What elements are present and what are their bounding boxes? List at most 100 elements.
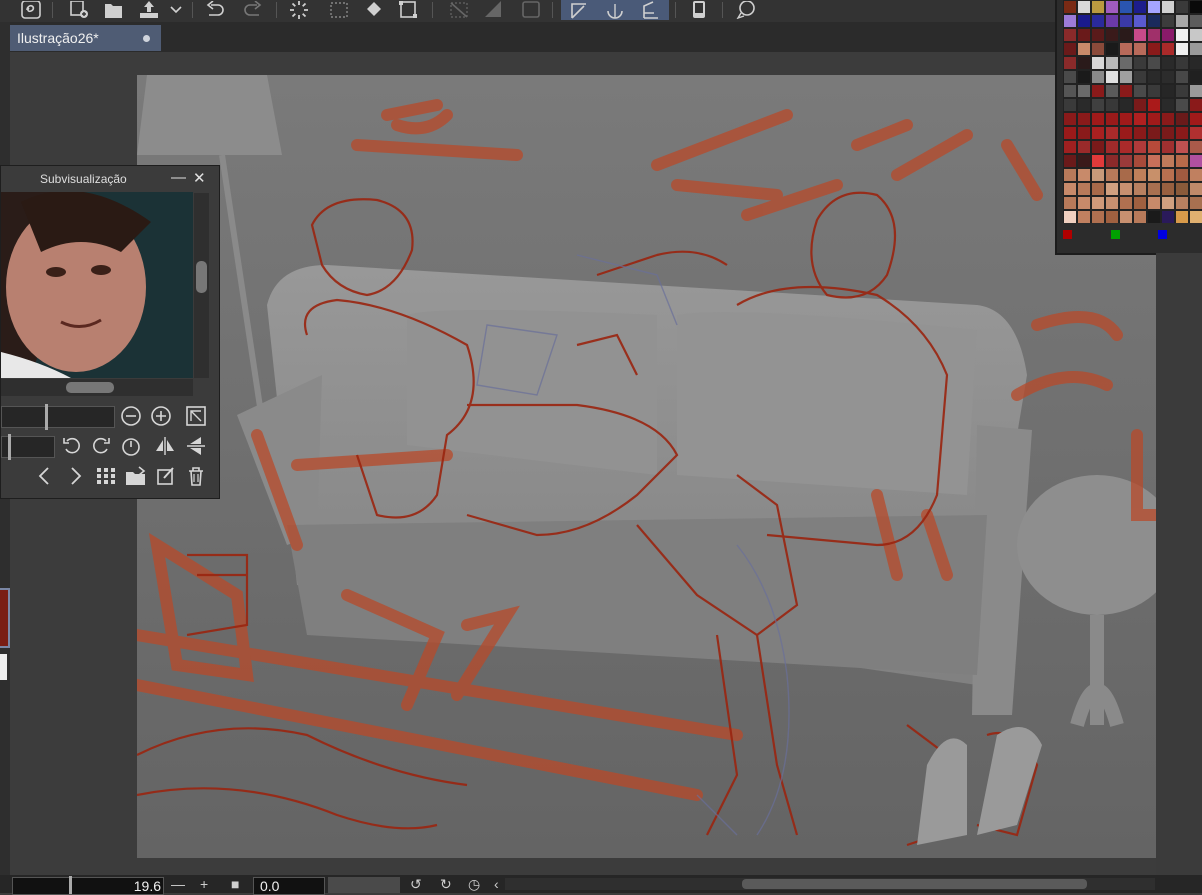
color-swatch[interactable]: [1161, 182, 1175, 196]
color-swatch[interactable]: [1175, 56, 1189, 70]
redo-icon[interactable]: [240, 0, 266, 20]
color-swatch[interactable]: [1133, 182, 1147, 196]
color-swatch[interactable]: [1105, 56, 1119, 70]
color-swatch[interactable]: [1091, 56, 1105, 70]
color-swatch[interactable]: [1105, 140, 1119, 154]
color-swatch[interactable]: [1077, 168, 1091, 182]
color-swatch[interactable]: [1189, 14, 1202, 28]
symmetry-icon[interactable]: [597, 0, 633, 20]
color-swatch[interactable]: [1161, 56, 1175, 70]
color-swatch[interactable]: [1175, 196, 1189, 210]
tab-modified-indicator[interactable]: [143, 35, 150, 42]
export-icon[interactable]: [136, 0, 162, 20]
color-swatch[interactable]: [1189, 70, 1202, 84]
color-swatch[interactable]: [1105, 28, 1119, 42]
rotation-field[interactable]: 0.0: [253, 877, 325, 895]
transform-icon[interactable]: [395, 0, 421, 20]
color-swatch[interactable]: [1133, 84, 1147, 98]
drawing-canvas[interactable]: [137, 75, 1156, 858]
color-swatch[interactable]: [1077, 196, 1091, 210]
tablet-icon[interactable]: [686, 0, 712, 20]
color-swatch[interactable]: [1133, 42, 1147, 56]
color-swatch[interactable]: [1133, 0, 1147, 14]
color-swatch[interactable]: [1063, 70, 1077, 84]
color-swatch[interactable]: [1119, 98, 1133, 112]
delete-image-icon[interactable]: [185, 465, 207, 487]
rotate-right-icon[interactable]: ↻: [440, 875, 452, 893]
color-swatch[interactable]: [1175, 154, 1189, 168]
frame-icon[interactable]: [518, 0, 544, 20]
rotate-right-icon[interactable]: [90, 435, 112, 457]
color-swatch[interactable]: [1189, 56, 1202, 70]
color-swatch[interactable]: [1133, 112, 1147, 126]
color-swatch[interactable]: [1091, 28, 1105, 42]
color-swatch[interactable]: [1063, 182, 1077, 196]
horizontal-canvas-scrollbar[interactable]: [505, 878, 1155, 890]
color-swatch[interactable]: [1077, 98, 1091, 112]
image-list-icon[interactable]: [95, 465, 117, 487]
color-swatch[interactable]: [1091, 168, 1105, 182]
color-swatch[interactable]: [1119, 182, 1133, 196]
color-swatch[interactable]: [1119, 70, 1133, 84]
zoom-field-handle[interactable]: [69, 876, 72, 894]
color-swatch[interactable]: [1063, 14, 1077, 28]
color-swatch[interactable]: [1091, 210, 1105, 224]
color-swatch[interactable]: [1175, 98, 1189, 112]
color-swatch[interactable]: [1189, 196, 1202, 210]
color-swatch[interactable]: [1105, 112, 1119, 126]
color-swatch[interactable]: [1189, 0, 1202, 14]
color-swatch[interactable]: [1189, 168, 1202, 182]
import-image-icon[interactable]: [125, 465, 147, 487]
grid-icon[interactable]: [633, 0, 669, 20]
color-chip-blue[interactable]: [1158, 230, 1167, 239]
color-chip-red[interactable]: [1063, 230, 1072, 239]
color-swatch[interactable]: [1105, 168, 1119, 182]
color-swatch[interactable]: [1119, 210, 1133, 224]
color-swatch[interactable]: [1147, 56, 1161, 70]
color-swatch[interactable]: [1105, 210, 1119, 224]
color-swatch[interactable]: [1161, 154, 1175, 168]
color-swatch[interactable]: [1091, 42, 1105, 56]
color-swatch[interactable]: [1105, 98, 1119, 112]
color-swatch[interactable]: [1105, 14, 1119, 28]
color-swatch[interactable]: [1119, 42, 1133, 56]
color-swatch[interactable]: [1147, 182, 1161, 196]
color-swatch[interactable]: [1189, 42, 1202, 56]
color-swatch[interactable]: [1161, 112, 1175, 126]
document-tab[interactable]: Ilustração26*: [10, 25, 161, 51]
color-swatch[interactable]: [1133, 56, 1147, 70]
color-swatch[interactable]: [1175, 112, 1189, 126]
color-swatch[interactable]: [1147, 28, 1161, 42]
color-swatch[interactable]: [1175, 182, 1189, 196]
fit-view-icon[interactable]: [185, 405, 207, 427]
color-swatch[interactable]: [1175, 42, 1189, 56]
canvas-scroll-thumb[interactable]: [742, 879, 1087, 889]
color-swatch[interactable]: [1175, 0, 1189, 14]
color-swatch[interactable]: [1063, 210, 1077, 224]
new-layer-icon[interactable]: [66, 0, 92, 20]
color-swatch[interactable]: [1091, 182, 1105, 196]
color-swatch[interactable]: [1161, 210, 1175, 224]
loading-icon[interactable]: [286, 0, 312, 20]
color-swatch[interactable]: [1077, 210, 1091, 224]
color-swatch[interactable]: [1105, 84, 1119, 98]
color-swatch[interactable]: [1147, 84, 1161, 98]
color-swatch[interactable]: [1091, 14, 1105, 28]
color-swatch[interactable]: [1091, 84, 1105, 98]
color-swatch[interactable]: [1175, 126, 1189, 140]
color-swatch[interactable]: [1119, 196, 1133, 210]
color-swatch[interactable]: [1063, 28, 1077, 42]
zoom-out-icon[interactable]: —: [171, 875, 185, 893]
color-swatch[interactable]: [1161, 0, 1175, 14]
color-swatch[interactable]: [1063, 154, 1077, 168]
minimize-button[interactable]: —: [171, 169, 186, 186]
rotate-left-icon[interactable]: ↺: [410, 875, 422, 893]
color-swatch[interactable]: [1077, 28, 1091, 42]
color-swatch[interactable]: [1091, 0, 1105, 14]
color-swatch[interactable]: [1161, 140, 1175, 154]
color-swatch[interactable]: [1147, 42, 1161, 56]
color-swatch[interactable]: [1063, 140, 1077, 154]
color-swatch[interactable]: [1105, 0, 1119, 14]
color-swatch[interactable]: [1077, 154, 1091, 168]
color-swatch[interactable]: [1077, 56, 1091, 70]
